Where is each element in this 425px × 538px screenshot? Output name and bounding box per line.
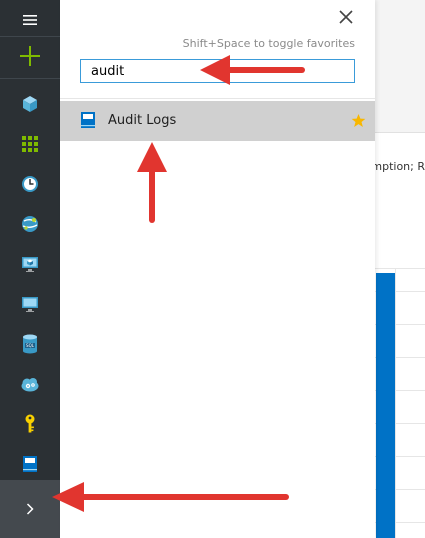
- plus-icon: [20, 46, 40, 66]
- book-icon: [81, 112, 95, 128]
- favorite-star-icon[interactable]: [351, 113, 366, 128]
- monitor-icon: [22, 297, 38, 312]
- sql-database-icon: SQL: [23, 334, 37, 354]
- chart-bar: [376, 273, 395, 538]
- search-input[interactable]: [80, 59, 355, 83]
- nav-item-virtual-machines-classic[interactable]: [0, 244, 60, 284]
- globe-icon: [22, 216, 38, 232]
- key-icon: [25, 414, 35, 433]
- nav-item-audit-logs[interactable]: [0, 444, 60, 484]
- search-result-audit-logs[interactable]: Audit Logs: [60, 101, 375, 141]
- nav-item-cloud-services[interactable]: [0, 364, 60, 404]
- chart-gridline: [375, 268, 425, 269]
- close-button[interactable]: [334, 5, 358, 29]
- nav-item-app-services[interactable]: [0, 204, 60, 244]
- nav-item-all-resources[interactable]: [0, 124, 60, 164]
- nav-item-resource-groups[interactable]: [0, 84, 60, 124]
- nav-item-virtual-machines[interactable]: [0, 284, 60, 324]
- left-nav-rail: SQL: [0, 0, 60, 538]
- nav-item-key-vault[interactable]: [0, 404, 60, 444]
- hamburger-menu-button[interactable]: [0, 0, 60, 40]
- svg-text:SQL: SQL: [26, 343, 35, 348]
- chart-divider: [395, 268, 396, 538]
- expand-menu-button[interactable]: [0, 480, 60, 538]
- background-chart: [375, 268, 425, 538]
- clock-icon: [22, 176, 38, 192]
- favorites-hint: Shift+Space to toggle favorites: [182, 37, 355, 50]
- close-icon: [339, 10, 353, 24]
- results-divider: [60, 98, 375, 99]
- background-subtitle: mption; R: [375, 160, 425, 173]
- hamburger-menu-icon: [23, 15, 37, 25]
- background-header: [375, 0, 425, 133]
- chevron-right-icon: [26, 503, 34, 515]
- background-header-divider: [375, 132, 425, 133]
- nav-item-recent[interactable]: [0, 164, 60, 204]
- monitor-cube-icon: [22, 257, 38, 272]
- background-subtitle-text: mption; R: [375, 160, 425, 173]
- new-button[interactable]: [0, 36, 60, 76]
- search-result-label: Audit Logs: [108, 113, 177, 128]
- grid-icon: [22, 136, 38, 152]
- cube-icon: [23, 96, 37, 112]
- nav-item-sql-databases[interactable]: SQL: [0, 324, 60, 364]
- search-flyout: Shift+Space to toggle favorites Audit Lo…: [60, 0, 375, 538]
- cloud-gears-icon: [21, 378, 39, 392]
- rail-divider: [0, 78, 60, 79]
- book-icon: [23, 456, 37, 472]
